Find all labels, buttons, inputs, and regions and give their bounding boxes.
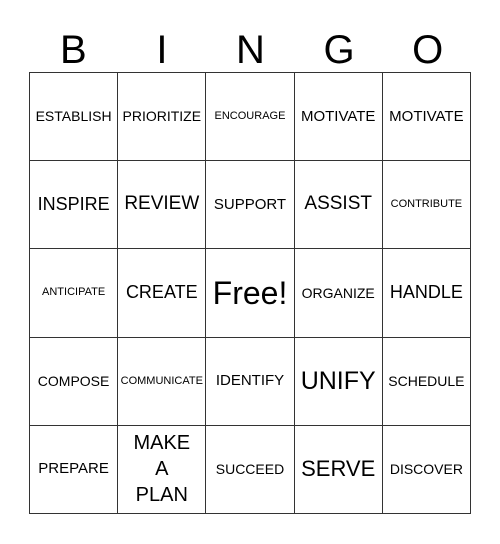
header-letter-n: N xyxy=(236,28,265,72)
bingo-cell: MOTIVATE xyxy=(382,73,471,162)
bingo-grid: ESTABLISH PRIORITIZE ENCOURAGE MOTIVATE … xyxy=(29,72,471,514)
bingo-cell: CREATE xyxy=(118,249,207,338)
bingo-cell: MAKE A PLAN xyxy=(118,425,207,514)
bingo-cell: PREPARE xyxy=(30,425,119,514)
free-space: Free! xyxy=(206,249,295,338)
bingo-cell: ESTABLISH xyxy=(30,73,119,162)
bingo-cell: SERVE xyxy=(294,425,383,514)
bingo-cell: UNIFY xyxy=(294,337,383,426)
header-letter-g: G xyxy=(323,28,355,72)
bingo-cell: DISCOVER xyxy=(382,425,471,514)
header-letter-o: O xyxy=(412,28,444,72)
bingo-cell: ORGANIZE xyxy=(294,249,383,338)
header-letter-b: B xyxy=(59,28,87,72)
bingo-header: B I N G O xyxy=(29,28,472,72)
bingo-cell: MOTIVATE xyxy=(294,73,383,162)
bingo-cell: ASSIST xyxy=(294,161,383,250)
header-letter-i: I xyxy=(156,28,168,72)
bingo-cell: CONTRIBUTE xyxy=(382,161,471,250)
bingo-cell: SUPPORT xyxy=(206,161,295,250)
bingo-cell: COMMUNICATE xyxy=(118,337,207,426)
bingo-cell: INSPIRE xyxy=(30,161,119,250)
bingo-cell: HANDLE xyxy=(382,249,471,338)
bingo-cell: IDENTIFY xyxy=(206,337,295,426)
bingo-cell: REVIEW xyxy=(118,161,207,250)
bingo-cell: SCHEDULE xyxy=(382,337,471,426)
bingo-cell: PRIORITIZE xyxy=(118,73,207,162)
bingo-cell: ENCOURAGE xyxy=(206,73,295,162)
bingo-cell: COMPOSE xyxy=(30,337,119,426)
bingo-cell: ANTICIPATE xyxy=(30,249,119,338)
bingo-cell: SUCCEED xyxy=(206,425,295,514)
